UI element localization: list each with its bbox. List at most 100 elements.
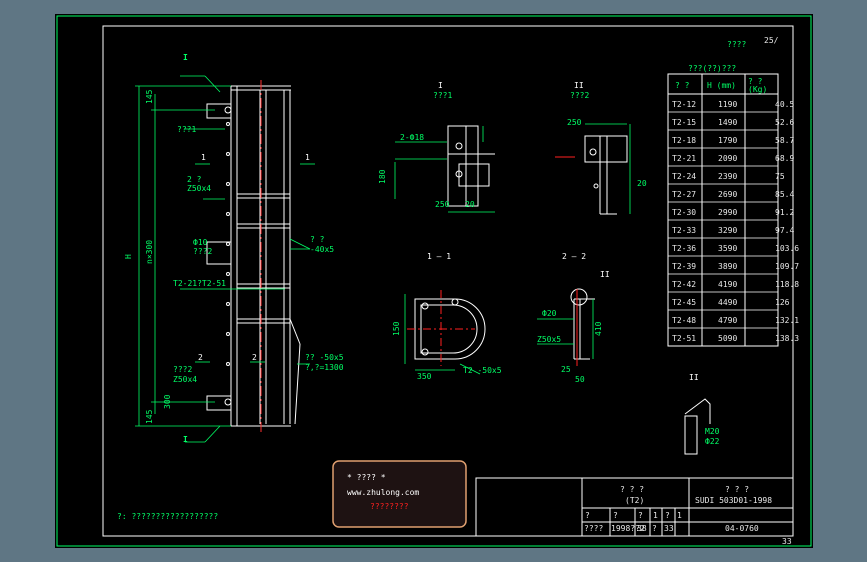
detail-II-bottom-m20: M20 xyxy=(705,427,720,436)
title-drawing-no: 04-0760 xyxy=(725,524,759,533)
title-cell-mark-2: ? xyxy=(638,511,643,520)
table-cell-h: 3590 xyxy=(718,244,737,253)
title-standard-no: SUDI 503D01-1998 xyxy=(695,496,772,505)
detail-II-drawing xyxy=(584,135,628,215)
watermark-line3: ???????? xyxy=(370,502,409,511)
section-22-z50: Z50x5 xyxy=(537,335,561,344)
section-11-plate: T2 -50x5 xyxy=(463,366,502,375)
table-cell-h: 3890 xyxy=(718,262,737,271)
table-cell-h: 2090 xyxy=(718,154,737,163)
sec22-right-tag: 2 xyxy=(252,353,257,362)
section-11-dim-150: 150 xyxy=(392,321,401,336)
sec11-left-tag: 1 xyxy=(201,153,206,162)
table-cell-h: 2390 xyxy=(718,172,737,181)
title-cell-mark-5: 1 xyxy=(677,511,682,520)
table-header-h: H (mm) xyxy=(707,81,736,90)
table-cell-type: T2-21 xyxy=(672,154,696,163)
table-cell-type: T2-18 xyxy=(672,136,696,145)
label-right2-a: ?? -50x5 xyxy=(305,353,344,362)
main-elevation xyxy=(206,85,301,427)
main-dim-145-bottom: 145 xyxy=(145,409,154,424)
detail-II-bottom-title: II xyxy=(689,373,699,382)
table-cell-w: 68.9 xyxy=(775,154,794,163)
watermark-line1: * ???? * xyxy=(347,473,386,482)
table-rows: T2-12 1190 40.5 T2-15 1490 52.6 T2-18 1790 58.7 T… xyxy=(668,100,799,343)
drawing-sheet: ???? 25/ I I H n×300 145 300 145 ???1 2 … xyxy=(55,14,813,548)
watermark-box: * ???? * www.zhulong.com ???????? xyxy=(332,460,467,528)
section-22-dim-25: 25 xyxy=(561,365,571,374)
label-z50-top: 2 ? xyxy=(187,175,202,184)
main-dim-300: 300 xyxy=(163,394,172,409)
table-cell-type: T2-33 xyxy=(672,226,696,235)
detail-I-dim-180: 180 xyxy=(378,169,387,184)
corner-mark: 25/ xyxy=(764,36,779,45)
table-cell-type: T2-51 xyxy=(672,334,696,343)
section-22-dim-50: 50 xyxy=(575,375,585,384)
detail-II-sub: ???2 xyxy=(570,91,589,100)
detail-I-title: I xyxy=(438,81,443,90)
table-cell-w: 126 xyxy=(775,298,790,307)
table-cell-h: 1490 xyxy=(718,118,737,127)
section-11-dim-350: 350 xyxy=(417,372,432,381)
label-part2-z: Z50x4 xyxy=(173,375,197,384)
detail-I-dim-phi: 2-Ф18 xyxy=(400,133,424,142)
main-dim-145-top: 145 xyxy=(145,89,154,104)
detail-II-bottom-phi22: Ф22 xyxy=(705,437,720,446)
label-d10-b: ???2 xyxy=(193,247,212,256)
sec22-left-tag: 2 xyxy=(198,353,203,362)
table-cell-type: T2-24 xyxy=(672,172,696,181)
table-cell-w: 52.6 xyxy=(775,118,794,127)
table-cell-w: 85.4 xyxy=(775,190,794,199)
table-cell-type: T2-36 xyxy=(672,244,696,253)
title-drawing-code: (T2) xyxy=(625,496,644,505)
section-22-title: 2 — 2 xyxy=(562,252,586,261)
label-part2: ???2 xyxy=(173,365,192,374)
table-cell-h: 4190 xyxy=(718,280,737,289)
table-cell-w: 118.8 xyxy=(775,280,799,289)
table-cell-h: 2690 xyxy=(718,190,737,199)
table-cell-h: 1190 xyxy=(718,100,737,109)
title-cell-mark-3: 1 xyxy=(653,511,658,520)
table-cell-w: 109.7 xyxy=(775,262,799,271)
main-dimensions xyxy=(135,75,315,443)
title-cell-mark-4: ? xyxy=(665,511,670,520)
section-11-dims xyxy=(404,294,481,375)
title-cell-mark-1: ? xyxy=(613,511,618,520)
label-z50-top-b: Z50x4 xyxy=(187,184,211,193)
table-header-type: ? ? xyxy=(675,81,690,90)
main-detail-I-bottom: I xyxy=(183,435,188,444)
table-cell-type: T2-15 xyxy=(672,118,696,127)
table-cell-w: 75 xyxy=(775,172,785,181)
title-row-value-3: 33 xyxy=(664,524,674,533)
detail-I-dim-250: 250 xyxy=(435,200,450,209)
table-cell-type: T2-45 xyxy=(672,298,696,307)
section-22-detail-mark: II xyxy=(600,270,610,279)
detail-I-dim-20: 20 xyxy=(465,200,475,209)
label-right-b: -40x5 xyxy=(310,245,334,254)
title-row-value-2: ? xyxy=(652,524,657,533)
table-cell-type: T2-48 xyxy=(672,316,696,325)
sec11-right-tag: 1 xyxy=(305,153,310,162)
table-cell-w: 91.2 xyxy=(775,208,794,217)
label-part1: ???1 xyxy=(177,125,196,134)
section-22-drawing xyxy=(570,288,595,360)
main-dim-H: H xyxy=(124,254,133,259)
detail-I-drawing xyxy=(447,125,495,207)
title-standard-title: ? ? ? xyxy=(725,485,749,494)
spec-table: ???(??)??? ? ? H (mm) ? ? (Kg) T2-12 1190… xyxy=(667,64,799,347)
main-detail-I-top: I xyxy=(183,53,188,62)
title-sheet-label: ???? xyxy=(584,524,603,533)
label-d10: Ф10 xyxy=(193,238,208,247)
title-sheet-no: 33 xyxy=(782,537,792,546)
detail-II-dim-20: 20 xyxy=(637,179,647,188)
drawing-note: ?: ?????????????????? xyxy=(117,512,218,521)
table-cell-h: 2990 xyxy=(718,208,737,217)
table-cell-w: 103.6 xyxy=(775,244,799,253)
table-cell-w: 97.4 xyxy=(775,226,794,235)
title-cell-mark-0: ? xyxy=(585,511,590,520)
section-11-title: 1 — 1 xyxy=(427,252,451,261)
table-cell-type: T2-30 xyxy=(672,208,696,217)
table-cell-w: 40.5 xyxy=(775,100,794,109)
table-cell-h: 5090 xyxy=(718,334,737,343)
table-cell-w: 132.1 xyxy=(775,316,799,325)
